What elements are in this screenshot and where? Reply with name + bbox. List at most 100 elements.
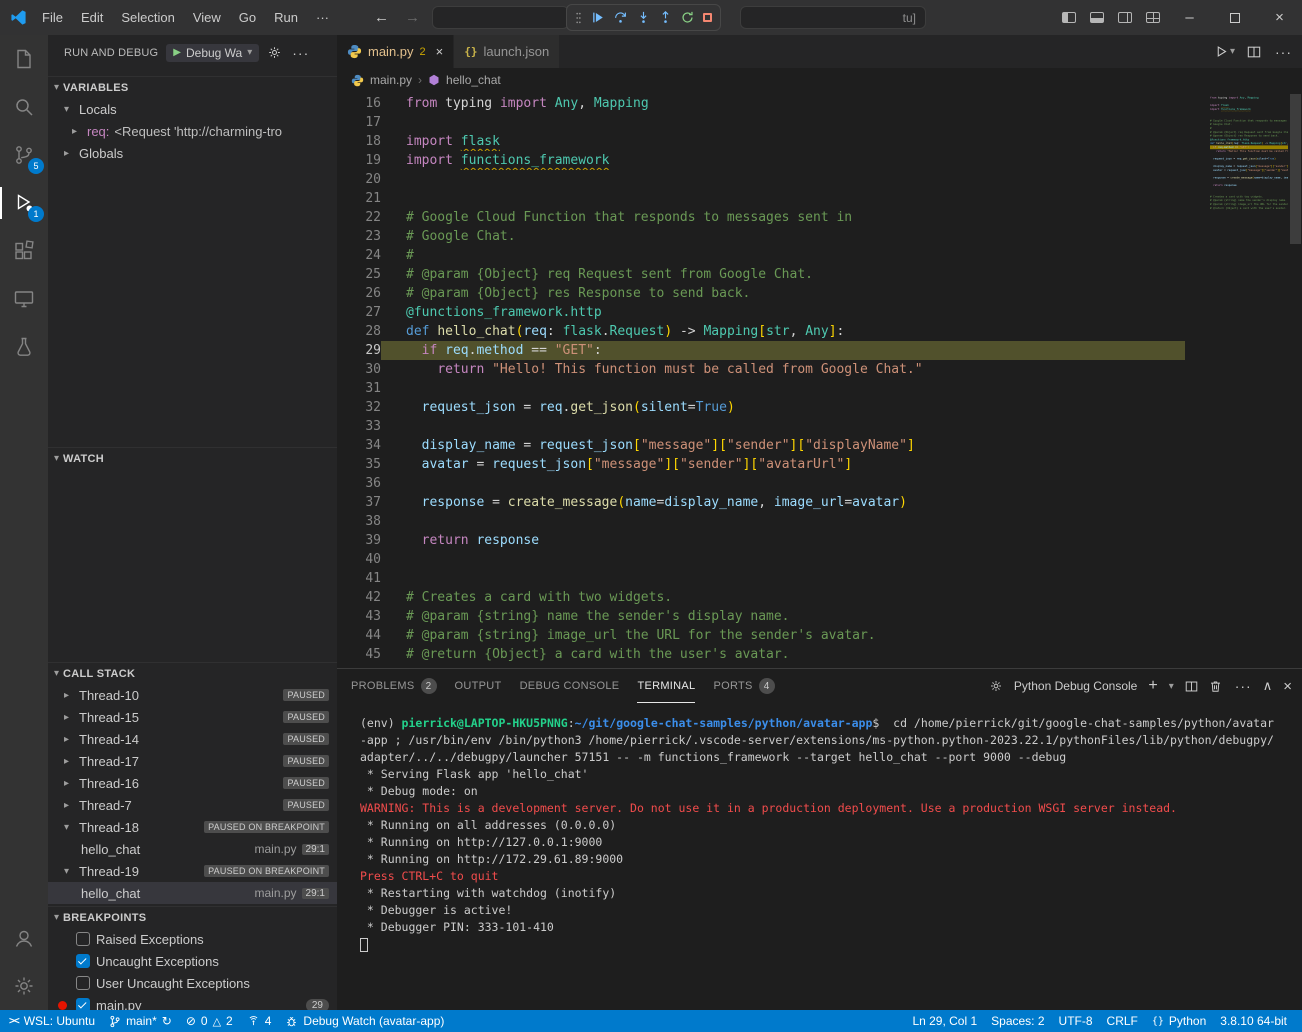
new-terminal-icon[interactable]: + [1148, 677, 1157, 695]
tab-main-py[interactable]: main.py 2 × [337, 35, 454, 68]
forwarded-ports-indicator[interactable]: 4 [240, 1010, 279, 1032]
code-line[interactable]: 23# Google Chat. [337, 227, 1185, 246]
debug-config-dropdown[interactable]: ▶ Debug Wa ▾ [166, 44, 259, 62]
continue-button[interactable] [591, 11, 604, 24]
code-line[interactable]: 19import functions_framework [337, 151, 1185, 170]
code-line[interactable]: 34 display_name = request_json["message"… [337, 436, 1185, 455]
git-branch-indicator[interactable]: main* ↻ [102, 1010, 179, 1032]
command-center-search[interactable] [432, 6, 569, 29]
drag-handle-icon[interactable] [575, 11, 582, 25]
maximize-panel-icon[interactable]: ∧ [1263, 678, 1273, 694]
code-line[interactable]: 38 [337, 512, 1185, 531]
breakpoint-item[interactable]: Uncaught Exceptions [48, 950, 337, 972]
code-line[interactable]: 21 [337, 189, 1185, 208]
close-button[interactable]: × [1257, 0, 1302, 35]
callstack-thread[interactable]: ▾Thread-19PAUSED ON BREAKPOINT [48, 860, 337, 882]
panel-tab-problems[interactable]: PROBLEMS2 [351, 669, 437, 703]
encoding[interactable]: UTF-8 [1052, 1010, 1100, 1032]
problems-indicator[interactable]: ⊘ 0 △ 2 [179, 1010, 240, 1032]
debug-status-indicator[interactable]: Debug Watch (avatar-app) [278, 1010, 451, 1032]
new-terminal-dropdown-icon[interactable]: ▾ [1169, 681, 1174, 692]
customize-layout-icon[interactable] [1139, 0, 1167, 35]
step-into-button[interactable] [637, 11, 650, 24]
python-interpreter[interactable]: 3.8.10 64-bit [1213, 1010, 1294, 1032]
menu-go[interactable]: Go [230, 0, 265, 35]
menu-run[interactable]: Run [265, 0, 307, 35]
code-editor[interactable]: 16from typing import Any, Mapping1718imp… [337, 92, 1302, 668]
panel-tab-output[interactable]: OUTPUT [455, 669, 502, 703]
run-and-debug-icon[interactable]: 1 [0, 179, 48, 227]
run-python-file-icon[interactable]: ▾ [1215, 45, 1235, 58]
code-line[interactable]: 41 [337, 569, 1185, 588]
callstack-thread[interactable]: ▸Thread-15PAUSED [48, 706, 337, 728]
testing-flask-icon[interactable] [0, 323, 48, 371]
minimap[interactable]: from typing import Any, Mappingimport fl… [1210, 96, 1288, 656]
editor-scrollbar[interactable] [1290, 94, 1301, 244]
maximize-button[interactable] [1212, 0, 1257, 35]
code-line[interactable]: 44# @param {string} image_url the URL fo… [337, 626, 1185, 645]
editor-more-actions-icon[interactable]: ··· [1275, 44, 1292, 60]
variable-req[interactable]: ▸ req: <Request 'http://charming-tro [48, 120, 337, 142]
code-line[interactable]: 26# @param {Object} res Response to send… [337, 284, 1185, 303]
menu-[interactable]: ··· [307, 0, 338, 35]
step-over-button[interactable] [613, 11, 628, 24]
breakpoint-checkbox[interactable] [76, 998, 90, 1010]
account-icon[interactable] [0, 914, 48, 962]
minimize-button[interactable]: – [1167, 0, 1212, 35]
code-line[interactable]: 29 if req.method == "GET": [337, 341, 1185, 360]
code-line[interactable]: 45# @return {Object} a card with the use… [337, 645, 1185, 664]
toggle-secondary-sidebar-icon[interactable] [1111, 0, 1139, 35]
callstack-thread[interactable]: ▾Thread-18PAUSED ON BREAKPOINT [48, 816, 337, 838]
breadcrumb-symbol[interactable]: hello_chat [446, 73, 501, 87]
debug-settings-gear-icon[interactable] [267, 45, 282, 60]
command-center-title[interactable]: tu] [740, 6, 926, 29]
callstack-frame[interactable]: hello_chatmain.py29:1 [48, 838, 337, 860]
breakpoint-item[interactable]: main.py29 [48, 994, 337, 1010]
callstack-thread[interactable]: ▸Thread-14PAUSED [48, 728, 337, 750]
indentation[interactable]: Spaces: 2 [984, 1010, 1051, 1032]
toggle-primary-sidebar-icon[interactable] [1055, 0, 1083, 35]
call-stack-header[interactable]: ▾ CALL STACK [48, 662, 337, 684]
breakpoints-header[interactable]: ▾ BREAKPOINTS [48, 906, 337, 928]
code-line[interactable]: 40 [337, 550, 1185, 569]
breakpoint-item[interactable]: User Uncaught Exceptions [48, 972, 337, 994]
callstack-frame[interactable]: hello_chatmain.py29:1 [48, 882, 337, 904]
settings-gear-icon[interactable] [0, 962, 48, 1010]
code-line[interactable]: 25# @param {Object} req Request sent fro… [337, 265, 1185, 284]
toggle-panel-icon[interactable] [1083, 0, 1111, 35]
code-line[interactable]: 27@functions_framework.http [337, 303, 1185, 322]
close-panel-icon[interactable]: × [1283, 678, 1292, 695]
terminal[interactable]: (env) pierrick@LAPTOP-HKU5PNNG:~/git/goo… [337, 703, 1302, 1010]
code-line[interactable]: 20 [337, 170, 1185, 189]
menu-selection[interactable]: Selection [112, 0, 183, 35]
callstack-thread[interactable]: ▸Thread-17PAUSED [48, 750, 337, 772]
split-terminal-icon[interactable] [1185, 680, 1198, 693]
remote-indicator[interactable]: >< WSL: Ubuntu [2, 1010, 102, 1032]
breakpoint-item[interactable]: Raised Exceptions [48, 928, 337, 950]
forward-arrow-icon[interactable]: → [405, 9, 420, 26]
code-line[interactable]: 43# @param {string} name the sender's di… [337, 607, 1185, 626]
terminal-profile-label[interactable]: Python Debug Console [1014, 679, 1137, 693]
callstack-thread[interactable]: ▸Thread-16PAUSED [48, 772, 337, 794]
callstack-thread[interactable]: ▸Thread-7PAUSED [48, 794, 337, 816]
cursor-position[interactable]: Ln 29, Col 1 [905, 1010, 984, 1032]
restart-button[interactable] [681, 11, 694, 24]
breadcrumb-file[interactable]: main.py [370, 73, 412, 87]
language-mode[interactable]: {} Python [1145, 1010, 1213, 1032]
watch-header[interactable]: ▾ WATCH [48, 447, 337, 469]
breakpoint-checkbox[interactable] [76, 954, 90, 968]
panel-tab-terminal[interactable]: TERMINAL [637, 669, 695, 703]
tab-launch-json[interactable]: {} launch.json [454, 35, 560, 68]
eol-sequence[interactable]: CRLF [1100, 1010, 1145, 1032]
code-line[interactable]: 36 [337, 474, 1185, 493]
code-line[interactable]: 24# [337, 246, 1185, 265]
remote-explorer-icon[interactable] [0, 275, 48, 323]
stop-button[interactable] [703, 13, 712, 22]
callstack-thread[interactable]: ▸Thread-10PAUSED [48, 684, 337, 706]
step-out-button[interactable] [659, 11, 672, 24]
explorer-icon[interactable] [0, 35, 48, 83]
extensions-icon[interactable] [0, 227, 48, 275]
code-line[interactable]: 17 [337, 113, 1185, 132]
code-line[interactable]: 31 [337, 379, 1185, 398]
variables-scope-locals[interactable]: ▾ Locals [48, 98, 337, 120]
